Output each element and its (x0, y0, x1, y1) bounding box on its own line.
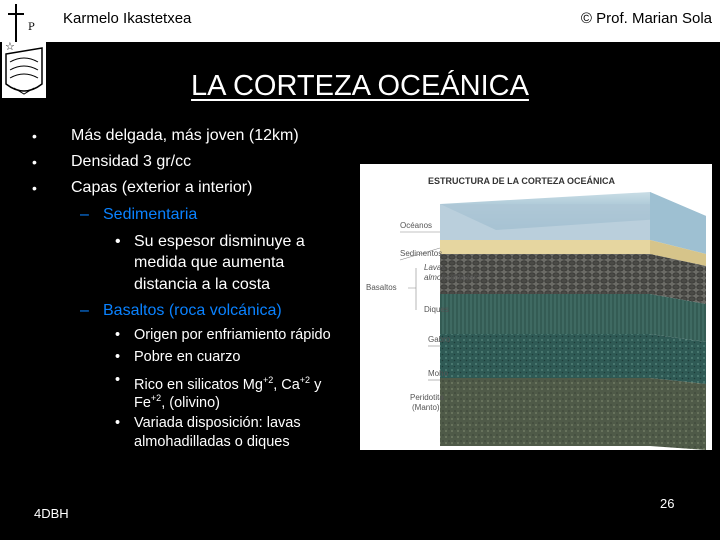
detail-text: Su espesor disminuye a (134, 233, 305, 250)
label-basaltos: Basaltos (366, 283, 397, 292)
bullet-marker: • (32, 128, 37, 144)
ocean-layer (440, 204, 650, 240)
svg-text:☆: ☆ (5, 40, 15, 53)
bullet-marker: • (115, 233, 121, 250)
detail-text: distancia a la costa (134, 276, 271, 293)
label-peridotita: Peridotita (410, 393, 444, 402)
figure-title: ESTRUCTURA DE LA CORTEZA OCEÁNICA (428, 176, 615, 186)
gabbro-side-face (650, 334, 706, 384)
superscript: +2 (299, 375, 311, 385)
superscript: +2 (150, 393, 162, 403)
bullet-marker: • (115, 415, 121, 431)
label-oceanos: Océanos (400, 221, 432, 230)
detail-text: Origen por enfriamiento rápido (134, 327, 331, 343)
page-number: 26 (660, 496, 675, 511)
detail-text: Pobre en cuarzo (134, 349, 241, 365)
detail-text: medida que aumenta (134, 254, 285, 271)
bullet-text: Densidad 3 gr/cc (71, 153, 192, 170)
sediment-layer (440, 240, 650, 254)
dike-layer (440, 294, 650, 334)
detail-text: almohadilladas o diques (134, 434, 290, 450)
bullet-marker: • (32, 180, 37, 196)
header-bar: Karmelo Ikastetxea © Prof. Marian Sola (0, 0, 720, 42)
dash-marker: – (80, 302, 89, 319)
detail-text-part: y (310, 376, 322, 393)
detail-text-part: , Ca (273, 376, 300, 393)
author-credit: © Prof. Marian Sola (580, 10, 712, 27)
school-name: Karmelo Ikastetxea (63, 10, 192, 27)
crust-structure-figure: ESTRUCTURA DE LA CORTEZA OCEÁNICA Océano… (360, 164, 712, 450)
gabbro-layer (440, 334, 650, 378)
peridotite-side-face (650, 378, 706, 450)
bullet-text: Más delgada, más joven (12km) (71, 127, 299, 144)
subheading-sedimentaria: Sedimentaria (103, 206, 198, 223)
bullet-marker: • (115, 327, 121, 343)
detail-text: Variada disposición: lavas (134, 415, 301, 431)
bullet-marker: • (115, 372, 121, 388)
slide-title: LA CORTEZA OCEÁNICA (191, 70, 529, 102)
peridotite-layer (440, 378, 650, 446)
label-manto: (Manto) (412, 403, 440, 412)
superscript: +2 (262, 375, 274, 385)
detail-text-part: Fe (134, 394, 151, 411)
detail-text-part: , (olivino) (161, 394, 221, 411)
subheading-basaltos: Basaltos (roca volcánica) (103, 302, 282, 319)
bullet-marker: • (32, 154, 37, 170)
label-moho: Moho (428, 369, 449, 378)
label-diques: Diques (424, 305, 449, 314)
footer-course: 4DBH (34, 506, 69, 521)
label-almohadilladas: almohadilladas* (424, 273, 481, 282)
dash-marker: – (80, 206, 89, 223)
label-gabro: Gabro (428, 335, 451, 344)
bullet-marker: • (115, 349, 121, 365)
detail-text: Fe+2, (olivino) (134, 389, 220, 412)
bullet-text: Capas (exterior a interior) (71, 179, 253, 196)
label-lavas: Lavas (424, 263, 445, 272)
svg-text:P: P (28, 22, 35, 33)
